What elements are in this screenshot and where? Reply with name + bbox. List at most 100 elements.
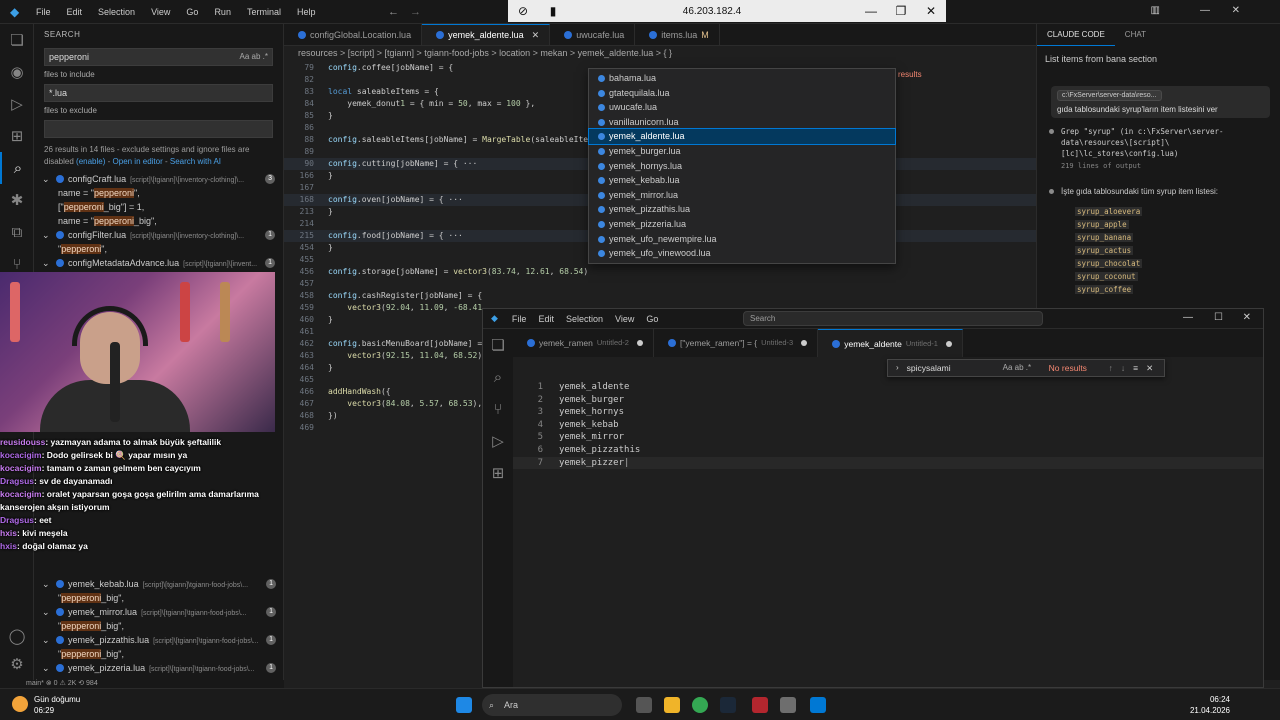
search-result-line[interactable]: "pepperoni_big", bbox=[34, 591, 283, 605]
window-minimize-icon[interactable]: — bbox=[1183, 312, 1193, 323]
window-close-icon[interactable]: ✕ bbox=[1232, 5, 1240, 16]
chevron-down-icon[interactable]: ⌄ bbox=[42, 635, 52, 645]
search-result-line[interactable]: "pepperoni", bbox=[34, 242, 283, 256]
quick-pick-item[interactable]: yemek_ufo_newempire.lua bbox=[589, 232, 895, 247]
include-input[interactable]: *.lua bbox=[44, 84, 273, 102]
quick-pick-item[interactable]: yemek_ufo_vinewood.lua bbox=[589, 246, 895, 261]
disconnect-icon[interactable]: ⊘ bbox=[508, 4, 538, 18]
editor-tab[interactable]: uwucafe.lua bbox=[550, 24, 636, 45]
unsaved-dot-icon[interactable] bbox=[945, 340, 952, 347]
search-icon[interactable]: ⌕ bbox=[483, 361, 513, 393]
exclude-input[interactable] bbox=[44, 120, 273, 138]
menu-view[interactable]: View bbox=[143, 0, 178, 24]
file-explorer-icon[interactable] bbox=[664, 697, 680, 713]
editor-tab[interactable]: items.lua M bbox=[635, 24, 720, 45]
restore-icon[interactable]: ❐ bbox=[886, 4, 916, 18]
search-options-icon[interactable]: Aa ab .* bbox=[240, 49, 268, 65]
quick-pick-item[interactable]: bahama.lua bbox=[589, 71, 895, 86]
app-icon[interactable] bbox=[780, 697, 796, 713]
start-menu-icon[interactable] bbox=[456, 697, 472, 713]
menu-file[interactable]: File bbox=[28, 0, 59, 24]
layout-icon[interactable]: ▥ bbox=[1151, 5, 1160, 16]
menu-go[interactable]: Go bbox=[178, 0, 206, 24]
chevron-down-icon[interactable]: ⌄ bbox=[42, 174, 52, 184]
remote-explorer-icon[interactable]: ⧉ bbox=[0, 216, 34, 248]
editor-tab[interactable]: yemek_aldente Untitled-1 bbox=[818, 329, 963, 357]
win2-code-area[interactable]: 1 yemek_aldente 2 yemek_burger 3 yemek_hornys… bbox=[513, 375, 1263, 687]
search-with-ai-link[interactable]: Search with AI bbox=[170, 157, 221, 166]
search-result-line[interactable]: ["pepperoni_big"] = 1, bbox=[34, 200, 283, 214]
quick-pick-item[interactable]: yemek_hornys.lua bbox=[589, 159, 895, 174]
explorer-icon[interactable]: ❏ bbox=[0, 24, 34, 56]
window-minimize-icon[interactable]: — bbox=[1200, 5, 1210, 16]
explorer-icon[interactable]: ❏ bbox=[483, 329, 513, 361]
back-arrow-icon[interactable]: ← bbox=[388, 6, 399, 18]
find-input[interactable]: spicysalami bbox=[907, 360, 1003, 376]
chevron-down-icon[interactable]: ⌄ bbox=[42, 230, 52, 240]
forward-arrow-icon[interactable]: → bbox=[410, 6, 421, 18]
find-next-icon[interactable]: ↓ bbox=[1117, 360, 1129, 376]
source-control-icon[interactable]: ⑂ bbox=[483, 393, 513, 425]
context-chip[interactable]: c:\FxServer\server-data\reso... bbox=[1057, 90, 1162, 101]
search-result-line[interactable]: "pepperoni_big", bbox=[34, 619, 283, 633]
search-input[interactable]: pepperoni Aa ab .* bbox=[44, 48, 273, 66]
chevron-down-icon[interactable]: ⌄ bbox=[42, 258, 52, 268]
extensions-icon[interactable]: ⊞ bbox=[483, 457, 513, 489]
weather-widget[interactable]: Gün doğumu 06:29 bbox=[12, 694, 80, 716]
win2-command-search[interactable]: Search bbox=[743, 311, 1043, 326]
editor-tab[interactable]: ["yemek_ramen"] = {Untitled-3 bbox=[654, 329, 819, 357]
editor-tab[interactable]: yemek_aldente.lua ✕ bbox=[422, 24, 551, 45]
menu-go[interactable]: Go bbox=[640, 314, 664, 324]
menu-selection[interactable]: Selection bbox=[560, 314, 609, 324]
find-prev-icon[interactable]: ↑ bbox=[1105, 360, 1117, 376]
search-result-file[interactable]: ⌄ configCraft.lua [script]\[tgiann]\[inve… bbox=[34, 172, 283, 186]
menu-help[interactable]: Help bbox=[289, 0, 324, 24]
find-options-icon[interactable]: Aa ab .* bbox=[1003, 360, 1049, 376]
find-close-icon[interactable]: ✕ bbox=[1142, 360, 1157, 376]
search-result-file[interactable]: ⌄ yemek_mirror.lua [script]\[tgiann]\tgia… bbox=[34, 605, 283, 619]
quick-pick-item[interactable]: yemek_aldente.lua bbox=[588, 128, 896, 145]
open-in-editor-link[interactable]: Open in editor bbox=[113, 157, 163, 166]
chrome-icon[interactable] bbox=[692, 697, 708, 713]
quick-pick-item[interactable]: vanillaunicorn.lua bbox=[589, 115, 895, 130]
search-result-file[interactable]: ⌄ yemek_pizzeria.lua [script]\[tgiann]\tg… bbox=[34, 661, 283, 675]
menu-file[interactable]: File bbox=[506, 314, 533, 324]
menu-view[interactable]: View bbox=[609, 314, 640, 324]
search-result-file[interactable]: ⌄ configFilter.lua [script]\[tgiann]\[inv… bbox=[34, 228, 283, 242]
search-result-file[interactable]: ⌄ yemek_pizzathis.lua [script]\[tgiann]\t… bbox=[34, 633, 283, 647]
vscode-taskbar-icon[interactable] bbox=[810, 697, 826, 713]
close-icon[interactable]: ✕ bbox=[916, 4, 946, 18]
editor-tab[interactable]: yemek_ramen Untitled-2 bbox=[513, 329, 654, 357]
manage-gear-icon[interactable]: ⚙ bbox=[0, 648, 34, 680]
search-result-line[interactable]: name = "pepperoni", bbox=[34, 186, 283, 200]
extensions-icon[interactable]: ⊞ bbox=[0, 120, 34, 152]
app-icon[interactable] bbox=[752, 697, 768, 713]
menu-edit[interactable]: Edit bbox=[59, 0, 91, 24]
extension-badge-icon[interactable]: ◉ bbox=[0, 56, 34, 88]
minimize-icon[interactable]: — bbox=[856, 4, 886, 18]
panel-tab[interactable]: CLAUDE CODE bbox=[1037, 24, 1115, 46]
search-icon[interactable]: ⌕ bbox=[0, 152, 34, 184]
quick-pick-item[interactable]: yemek_pizzathis.lua bbox=[589, 202, 895, 217]
quick-pick-item[interactable]: yemek_kebab.lua bbox=[589, 173, 895, 188]
run-debug-icon[interactable]: ▷ bbox=[483, 425, 513, 457]
quick-pick-item[interactable]: yemek_pizzeria.lua bbox=[589, 217, 895, 232]
run-debug-icon[interactable]: ▷ bbox=[0, 88, 34, 120]
menu-run[interactable]: Run bbox=[206, 0, 239, 24]
task-view-icon[interactable] bbox=[636, 697, 652, 713]
system-clock[interactable]: 06:24 21.04.2026 bbox=[1190, 694, 1230, 716]
menu-selection[interactable]: Selection bbox=[90, 0, 143, 24]
panel-tab[interactable]: CHAT bbox=[1115, 24, 1156, 46]
editor-tab[interactable]: configGlobal.Location.lua bbox=[284, 24, 423, 45]
find-expand-icon[interactable]: › bbox=[888, 360, 907, 376]
quick-pick-item[interactable]: gtatequilala.lua bbox=[589, 86, 895, 101]
steam-icon[interactable] bbox=[720, 697, 736, 713]
menu-terminal[interactable]: Terminal bbox=[239, 0, 289, 24]
window-close-icon[interactable]: ✕ bbox=[1243, 312, 1251, 323]
search-result-line[interactable]: "pepperoni_big", bbox=[34, 647, 283, 661]
taskbar-search[interactable]: ⌕ Ara bbox=[482, 694, 622, 716]
unsaved-dot-icon[interactable] bbox=[801, 340, 808, 346]
search-result-line[interactable]: name = "pepperoni_big", bbox=[34, 214, 283, 228]
unsaved-dot-icon[interactable] bbox=[636, 340, 643, 346]
quick-pick-item[interactable]: yemek_burger.lua bbox=[589, 144, 895, 159]
